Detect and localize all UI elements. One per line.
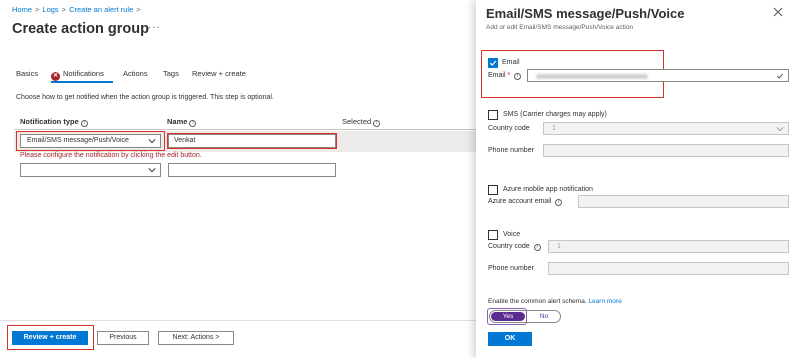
- previous-button[interactable]: Previous: [97, 331, 149, 345]
- voice-phone-label: Phone number: [488, 265, 534, 272]
- notification-type-select-empty[interactable]: [20, 163, 161, 177]
- tab-basics[interactable]: Basics: [16, 69, 38, 78]
- sms-phone-label: Phone number: [488, 147, 534, 154]
- error-icon: ✕: [51, 72, 60, 81]
- sms-checkbox-label: SMS (Carrier charges may apply): [503, 111, 607, 118]
- sms-phone-input[interactable]: [543, 144, 789, 157]
- sms-country-code-label: Country code: [488, 125, 530, 132]
- divider: [14, 129, 476, 130]
- learn-more-link[interactable]: Learn more: [588, 298, 621, 305]
- panel-title: Email/SMS message/Push/Voice: [486, 6, 685, 21]
- chevron-right-icon: >: [35, 5, 40, 14]
- chevron-down-icon: [148, 168, 156, 173]
- chevron-right-icon: >: [61, 5, 67, 14]
- name-input-empty[interactable]: [168, 163, 336, 177]
- info-icon[interactable]: i: [555, 199, 563, 206]
- toggle-no[interactable]: No: [530, 312, 558, 321]
- highlight-box: [7, 325, 94, 350]
- more-icon[interactable]: ···: [148, 22, 161, 33]
- push-checkbox[interactable]: [488, 185, 498, 195]
- email-sms-push-voice-panel: Email/SMS message/Push/Voice Add or edit…: [476, 0, 800, 358]
- email-checkbox[interactable]: [488, 58, 498, 68]
- active-tab-indicator: [51, 81, 113, 83]
- column-header-name: Name i: [167, 117, 197, 127]
- tab-notifications[interactable]: ✕ Notifications: [51, 69, 104, 81]
- checkmark-icon: [776, 73, 784, 79]
- voice-country-code-input[interactable]: 1: [548, 240, 789, 253]
- sms-checkbox[interactable]: [488, 110, 498, 120]
- breadcrumb: Home > Logs > Create an alert rule >: [12, 5, 144, 14]
- voice-country-code-label: Country code i: [488, 243, 541, 251]
- close-icon[interactable]: [772, 6, 784, 18]
- email-field[interactable]: [527, 69, 789, 82]
- page-title: Create action group: [12, 21, 149, 37]
- info-icon[interactable]: i: [80, 120, 88, 127]
- email-field-label: Email * i: [488, 72, 522, 80]
- tab-actions[interactable]: Actions: [123, 69, 148, 78]
- tab-tags[interactable]: Tags: [163, 69, 179, 78]
- divider: [0, 320, 476, 321]
- toggle-focus-outline: [487, 308, 527, 325]
- ok-button[interactable]: OK: [488, 332, 532, 346]
- info-icon[interactable]: i: [514, 73, 522, 80]
- push-account-email-input[interactable]: [578, 195, 789, 208]
- breadcrumb-create-alert-rule[interactable]: Create an alert rule: [69, 5, 133, 14]
- email-checkbox-label: Email: [502, 59, 520, 66]
- voice-checkbox[interactable]: [488, 230, 498, 240]
- name-error-outline: [167, 133, 337, 149]
- next-actions-button[interactable]: Next: Actions >: [158, 331, 234, 345]
- voice-checkbox-label: Voice: [503, 231, 521, 238]
- highlight-box: [16, 131, 165, 151]
- checkmark-icon: [489, 60, 497, 66]
- panel-subtitle: Add or edit Email/SMS message/Push/Voice…: [486, 24, 634, 31]
- chevron-down-icon: [776, 127, 784, 132]
- create-action-group-pane: Home > Logs > Create an alert rule > Create a…: [0, 0, 476, 358]
- voice-phone-input[interactable]: [548, 262, 789, 275]
- tab-review-create[interactable]: Review + create: [192, 69, 246, 78]
- push-account-email-label: Azure account email i: [488, 198, 563, 206]
- info-icon[interactable]: i: [533, 244, 541, 251]
- tab-notifications-label: Notifications: [63, 69, 104, 78]
- chevron-right-icon: >: [136, 5, 141, 14]
- breadcrumb-logs[interactable]: Logs: [42, 5, 58, 14]
- column-header-notification-type: Notification type i: [20, 117, 88, 127]
- info-icon[interactable]: i: [373, 120, 381, 127]
- column-header-selected: Selected i: [342, 117, 381, 127]
- info-icon[interactable]: i: [189, 120, 197, 127]
- notifications-description: Choose how to get notified when the acti…: [16, 94, 274, 101]
- error-message: Please configure the notification by cli…: [20, 152, 202, 159]
- common-alert-schema-label: Enable the common alert schema. Learn mo…: [488, 298, 622, 305]
- push-checkbox-label: Azure mobile app notification: [503, 186, 593, 193]
- email-value-redacted: [536, 74, 648, 79]
- sms-country-code-select[interactable]: 1: [543, 122, 789, 135]
- breadcrumb-home[interactable]: Home: [12, 5, 32, 14]
